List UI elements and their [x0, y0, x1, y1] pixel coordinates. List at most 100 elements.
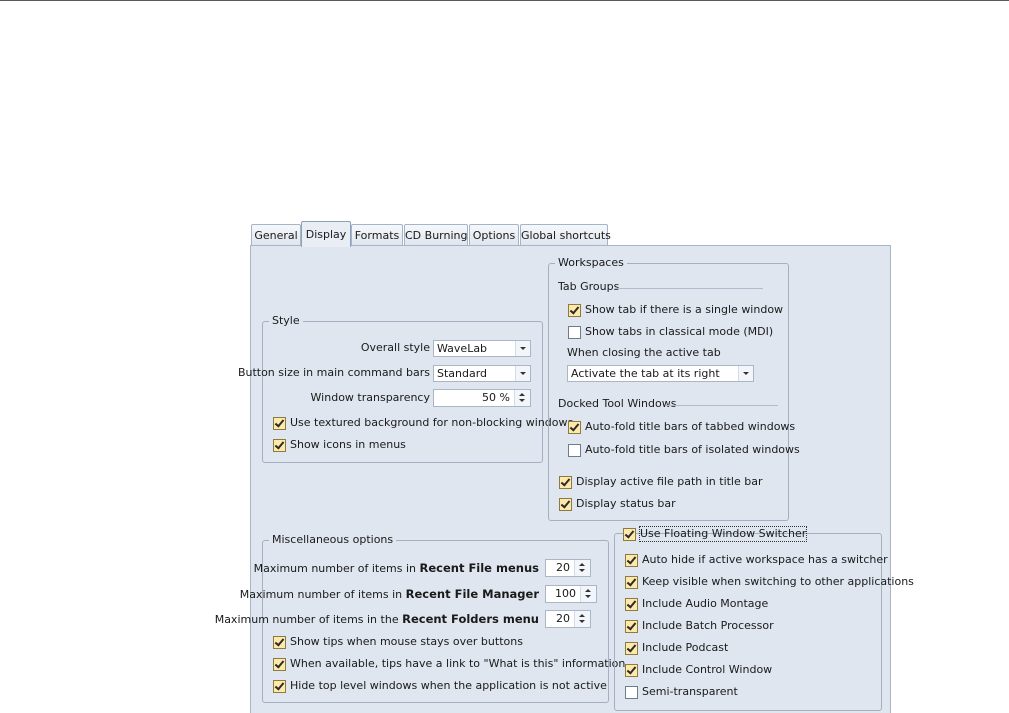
recent-file-menus-stepper[interactable]: 20 [545, 559, 591, 577]
chevron-down-icon [738, 366, 753, 381]
checkbox-empty-icon [625, 686, 638, 699]
overall-style-value: WaveLab [437, 342, 488, 355]
checkbox-check-icon [625, 642, 638, 655]
tab-groups-divider [615, 288, 763, 289]
closing-tab-label: When closing the active tab [567, 346, 721, 359]
misc-options-group: Miscellaneous options Maximum number of … [215, 533, 625, 703]
style-group: Style Overall style WaveLab Button size … [238, 314, 573, 463]
checkbox-check-icon [625, 598, 638, 611]
hide-top-level-label: Hide top level windows when the applicat… [290, 679, 607, 692]
display-tab-panel: Style Overall style WaveLab Button size … [215, 245, 914, 713]
whats-this-link-label: When available, tips have a link to "Wha… [290, 657, 626, 670]
workspaces-group-title: Workspaces [555, 256, 627, 270]
tab-groups-heading: Tab Groups [558, 280, 620, 293]
checkbox-check-icon [273, 680, 286, 693]
include-audio-montage-label: Include Audio Montage [642, 597, 769, 610]
button-size-value: Standard [437, 367, 488, 380]
include-control-window-label: Include Control Window [642, 663, 773, 676]
stepper-buttons[interactable] [574, 611, 590, 627]
arrow-up-icon [579, 563, 585, 566]
top-divider [0, 0, 1009, 1]
checkbox-check-icon [568, 304, 581, 317]
transparency-value: 50 % [482, 391, 510, 404]
recent-file-manager-prefix: Maximum number of items in [239, 588, 403, 601]
keep-visible-label: Keep visible when switching to other app… [642, 575, 914, 588]
tab-general[interactable]: General [251, 224, 301, 245]
recent-file-manager-bold: Recent File Manager [405, 587, 539, 601]
checkbox-check-icon [625, 554, 638, 567]
checkbox-check-icon [568, 421, 581, 434]
tab-display[interactable]: Display [301, 221, 351, 247]
checkbox-empty-icon [568, 326, 581, 339]
recent-folders-menu-value: 20 [556, 612, 570, 625]
autofold-tabbed-label: Auto-fold title bars of tabbed windows [585, 420, 796, 433]
arrow-up-icon [579, 614, 585, 617]
checkbox-check-icon [625, 620, 638, 633]
tab-options[interactable]: Options [469, 224, 519, 245]
stepper-buttons[interactable] [574, 560, 590, 576]
arrow-down-icon [579, 569, 585, 572]
recent-file-manager-stepper[interactable]: 100 [545, 585, 597, 603]
arrow-up-icon [585, 589, 591, 592]
include-podcast-label: Include Podcast [642, 641, 729, 654]
transparency-stepper[interactable]: 50 % [433, 389, 531, 407]
overall-style-select[interactable]: WaveLab [433, 340, 531, 357]
checkbox-check-icon [625, 664, 638, 677]
include-batch-processor-label: Include Batch Processor [642, 619, 774, 632]
recent-file-menus-bold: Recent File menus [419, 561, 539, 575]
textured-background-label: Use textured background for non-blocking… [290, 416, 574, 429]
checkbox-check-icon [625, 576, 638, 589]
checkbox-check-icon [559, 476, 572, 489]
checkbox-check-icon [273, 439, 286, 452]
arrow-down-icon [519, 399, 525, 402]
overall-style-label: Overall style [360, 341, 430, 354]
misc-options-group-title: Miscellaneous options [269, 533, 397, 547]
show-tips-label: Show tips when mouse stays over buttons [290, 635, 523, 648]
chevron-down-icon [515, 341, 530, 356]
docked-tool-windows-divider [665, 405, 778, 406]
tab-global-shortcuts[interactable]: Global shortcuts [520, 224, 611, 245]
checkbox-check-icon [273, 658, 286, 671]
single-window-tab-label: Show tab if there is a single window [585, 303, 784, 316]
checkbox-check-icon [273, 636, 286, 649]
floating-switcher-label: Use Floating Window Switcher [638, 526, 808, 542]
recent-file-manager-value: 100 [555, 587, 576, 600]
recent-folders-menu-stepper[interactable]: 20 [545, 610, 591, 628]
icons-in-menus-label: Show icons in menus [290, 438, 406, 451]
status-bar-label: Display status bar [576, 497, 676, 510]
workspaces-group: Workspaces Tab Groups Show tab if there … [548, 256, 800, 521]
semi-transparent-label: Semi-transparent [642, 685, 738, 698]
preferences-tabs: General Display Formats CD Burning Optio… [250, 221, 891, 247]
stepper-buttons[interactable] [514, 390, 530, 406]
arrow-down-icon [579, 620, 585, 623]
checkbox-check-icon [559, 498, 572, 511]
checkbox-check-icon [273, 417, 286, 430]
recent-file-menus-value: 20 [556, 561, 570, 574]
tab-formats[interactable]: Formats [351, 224, 403, 245]
button-size-label: Button size in main command bars [237, 366, 430, 379]
classical-mode-label: Show tabs in classical mode (MDI) [585, 325, 774, 338]
file-path-title-label: Display active file path in title bar [576, 475, 763, 488]
button-size-select[interactable]: Standard [433, 365, 531, 382]
auto-hide-switcher-label: Auto hide if active workspace has a swit… [642, 553, 888, 566]
chevron-down-icon [515, 366, 530, 381]
autofold-isolated-label: Auto-fold title bars of isolated windows [585, 443, 800, 456]
style-group-title: Style [269, 314, 303, 328]
docked-tool-windows-heading: Docked Tool Windows [558, 397, 677, 410]
closing-tab-select[interactable]: Activate the tab at its right [567, 365, 754, 382]
recent-folders-menu-prefix: Maximum number of items in the [214, 613, 399, 626]
arrow-up-icon [519, 393, 525, 396]
stepper-buttons[interactable] [580, 586, 596, 602]
checkbox-check-icon [623, 528, 636, 541]
checkbox-empty-icon [568, 444, 581, 457]
arrow-down-icon [585, 595, 591, 598]
recent-file-manager-label: Maximum number of items in Recent File M… [240, 586, 539, 603]
closing-tab-value: Activate the tab at its right [571, 367, 720, 380]
recent-folders-menu-label: Maximum number of items in the Recent Fo… [215, 611, 539, 628]
tab-cd-burning[interactable]: CD Burning [404, 224, 468, 245]
recent-file-menus-prefix: Maximum number of items in [253, 562, 416, 575]
transparency-label: Window transparency [310, 391, 430, 404]
recent-file-menus-label: Maximum number of items in Recent File m… [254, 560, 539, 577]
recent-folders-menu-bold: Recent Folders menu [402, 612, 539, 626]
floating-switcher-group: Use Floating Window Switcher Auto hide i… [614, 526, 914, 711]
